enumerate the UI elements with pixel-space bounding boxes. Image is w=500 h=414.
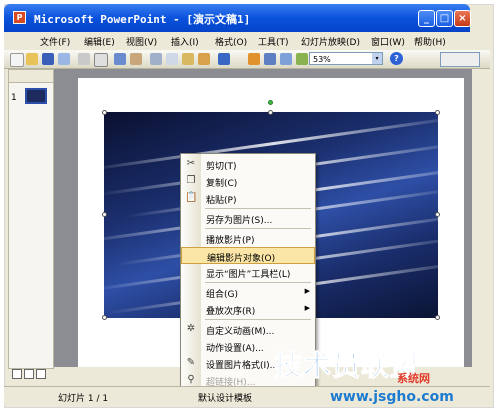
expand-all-icon[interactable] (296, 53, 308, 65)
menu-item-group[interactable]: 组合(G) ▶ (181, 284, 315, 301)
permission-icon[interactable] (58, 53, 70, 65)
menu-format[interactable]: 格式(O) (215, 35, 247, 48)
resize-handle[interactable] (102, 110, 107, 115)
menu-item-label: 自定义动画(M)... (206, 327, 275, 337)
view-buttons (12, 369, 48, 381)
menu-item-cut[interactable]: ✂ 剪切(T) (181, 156, 315, 173)
menu-help[interactable]: 帮助(H) (414, 35, 446, 48)
slide-counter: 幻灯片 1 / 1 (58, 394, 109, 404)
submenu-arrow-icon: ▶ (304, 287, 310, 295)
menu-edit[interactable]: 编辑(E) (84, 35, 115, 48)
menu-item-label: 剪切(T) (206, 162, 237, 172)
menu-item-label: 播放影片(P) (206, 236, 255, 246)
research-icon[interactable] (130, 53, 142, 65)
menu-bar: 文件(F) 编辑(E) 视图(V) 插入(I) 格式(O) 工具(T) 幻灯片放… (4, 33, 490, 49)
copy-icon: ❐ (186, 175, 196, 186)
menu-item-label: 组合(G) (206, 290, 238, 300)
print-icon[interactable] (78, 53, 90, 65)
menu-item-label: 编辑影片对象(O) (207, 254, 276, 264)
zoom-value: 53% (313, 55, 331, 64)
toolbar-select[interactable] (440, 52, 480, 67)
slideshow-view-button[interactable] (36, 369, 46, 379)
menu-separator (205, 319, 311, 320)
copy-tool-icon[interactable] (166, 53, 178, 65)
menu-insert[interactable]: 插入(I) (171, 35, 199, 48)
insert-chart-icon[interactable] (248, 53, 260, 65)
close-button[interactable]: × (454, 10, 471, 27)
resize-handle[interactable] (102, 212, 107, 217)
slide-sorter-view-button[interactable] (24, 369, 34, 379)
menu-window[interactable]: 窗口(W) (371, 35, 405, 48)
resize-handle[interactable] (435, 315, 440, 320)
window-title: Microsoft PowerPoint - [演示文稿1] (34, 13, 251, 26)
resize-handle[interactable] (268, 110, 273, 115)
format-painter-icon[interactable] (198, 53, 210, 65)
spelling-icon[interactable] (114, 53, 126, 65)
resize-handle[interactable] (102, 315, 107, 320)
slide-thumbnail[interactable] (25, 88, 47, 104)
save-icon[interactable] (42, 53, 54, 65)
zoom-select[interactable]: 53% ▾ (309, 52, 383, 65)
chevron-down-icon[interactable]: ▾ (372, 53, 382, 64)
maximize-button[interactable]: □ (436, 10, 453, 27)
menu-file[interactable]: 文件(F) (40, 35, 70, 48)
help-icon[interactable]: ? (390, 52, 403, 65)
standard-toolbar (4, 50, 490, 69)
rotate-handle[interactable] (268, 100, 273, 105)
tables-borders-icon[interactable] (280, 53, 292, 65)
watermark-red-text: 系统网 (397, 372, 430, 385)
menu-item-save-as-picture[interactable]: 另存为图片(S)... (181, 210, 315, 227)
cut-icon[interactable] (150, 53, 162, 65)
menu-item-label: 显示“图片”工具栏(L) (206, 270, 291, 280)
menu-item-edit-movie-object[interactable]: 编辑影片对象(O) (181, 247, 315, 264)
menu-item-label: 粘贴(P) (206, 196, 237, 206)
paste-tool-icon[interactable] (182, 53, 194, 65)
slide-number: 1 (11, 93, 17, 103)
custom-animation-icon: ✲ (186, 323, 196, 334)
paste-icon: 📋 (185, 192, 198, 203)
hyperlink-icon: ⚲ (187, 374, 195, 385)
menu-separator (205, 228, 311, 229)
menu-item-label: 设置图片格式(I)... (206, 361, 279, 371)
watermark-url: www.jsgho.com (330, 389, 454, 405)
menu-item-copy[interactable]: ❐ 复制(C) (181, 173, 315, 190)
menu-tools[interactable]: 工具(T) (258, 35, 289, 48)
title-bar[interactable]: P Microsoft PowerPoint - [演示文稿1] _ □ × (4, 4, 471, 32)
menu-separator (205, 208, 311, 209)
menu-item-label: 复制(C) (206, 179, 238, 189)
resize-handle[interactable] (435, 110, 440, 115)
new-icon[interactable] (10, 53, 24, 67)
minimize-button[interactable]: _ (418, 10, 435, 27)
print-preview-icon[interactable] (94, 53, 108, 67)
submenu-arrow-icon: ▶ (304, 304, 310, 312)
menu-item-show-picture-toolbar[interactable]: 显示“图片”工具栏(L) (181, 264, 315, 281)
slides-panel (8, 82, 54, 369)
format-picture-icon: ✎ (186, 357, 196, 368)
scissors-icon: ✂ (186, 158, 196, 169)
menu-item-order[interactable]: 叠放次序(R) ▶ (181, 301, 315, 318)
menu-view[interactable]: 视图(V) (126, 35, 157, 48)
menu-item-label: 叠放次序(R) (206, 307, 256, 317)
menu-slideshow[interactable]: 幻灯片放映(D) (301, 35, 360, 48)
design-template: 默认设计模板 (198, 394, 253, 404)
menu-item-paste[interactable]: 📋 粘贴(P) (181, 190, 315, 207)
resize-handle[interactable] (435, 212, 440, 217)
panel-tabs[interactable] (8, 69, 54, 83)
menu-item-play-movie[interactable]: 播放影片(P) (181, 230, 315, 247)
menu-item-custom-animation[interactable]: ✲ 自定义动画(M)... (181, 321, 315, 338)
menu-item-label: 动作设置(A)... (206, 344, 264, 354)
insert-table-icon[interactable] (264, 53, 276, 65)
open-icon[interactable] (26, 53, 38, 65)
powerpoint-icon: P (13, 11, 26, 24)
menu-item-label: 另存为图片(S)... (206, 216, 273, 226)
undo-icon[interactable] (218, 53, 230, 65)
normal-view-button[interactable] (12, 369, 22, 379)
menu-separator (205, 282, 311, 283)
